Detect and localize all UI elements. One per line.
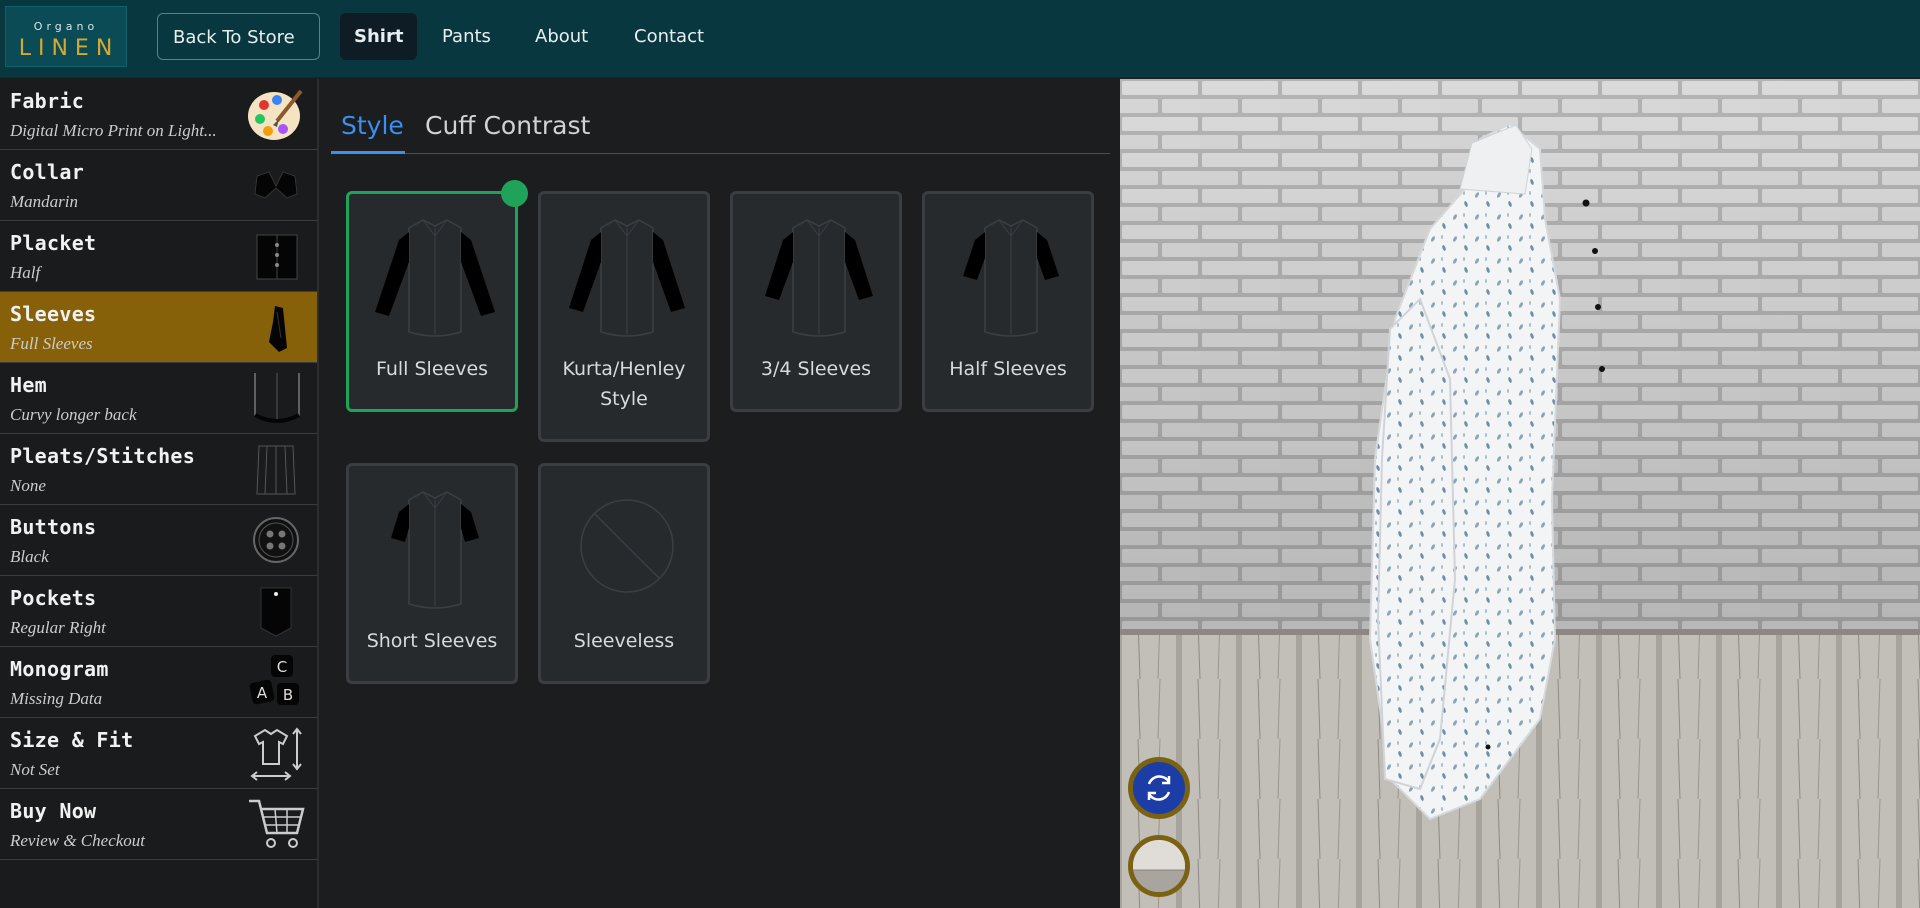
- nav-pants[interactable]: Pants: [428, 13, 505, 60]
- sidebar-item-value: Black: [10, 547, 49, 566]
- back-to-store-label: Back To Store: [173, 27, 295, 48]
- sidebar-item-title: Pleats/Stitches: [10, 444, 196, 468]
- sidebar-item-buy-now[interactable]: Buy Now Review & Checkout: [0, 789, 317, 860]
- collar-icon: [254, 171, 298, 199]
- organo-linen-logo[interactable]: Organo LINEN: [5, 6, 127, 67]
- nav-about[interactable]: About: [521, 13, 602, 60]
- option-sleeveless[interactable]: Sleeveless: [538, 463, 710, 684]
- sidebar-item-value: Review & Checkout: [10, 831, 146, 850]
- option-label: Sleeveless: [573, 630, 675, 652]
- full-sleeves-shirt-icon: [375, 219, 495, 337]
- nav-contact[interactable]: Contact: [620, 13, 718, 60]
- sidebar-item-sleeves[interactable]: Sleeves Full Sleeves: [0, 292, 317, 363]
- rotate-icon: [1147, 775, 1171, 801]
- sleeve-icon: [269, 306, 287, 352]
- sidebar-item-placket[interactable]: Placket Half: [0, 221, 317, 292]
- logo-line-1: Organo: [33, 20, 99, 33]
- sidebar-item-title: Buy Now: [10, 799, 97, 823]
- shirt-preview-scene: [1120, 79, 1920, 908]
- option-half-sleeves[interactable]: Half Sleeves: [922, 191, 1094, 412]
- sidebar-item-title: Hem: [10, 373, 48, 397]
- sidebar-item-value: Full Sleeves: [10, 334, 93, 353]
- active-tab-underline: [331, 151, 405, 154]
- option-kurta-henley[interactable]: Kurta/Henley Style: [538, 191, 710, 442]
- svg-text:B: B: [283, 686, 293, 704]
- pleats-icon: [256, 445, 296, 495]
- placket-icon: [256, 234, 298, 280]
- short-sleeves-shirt-icon: [391, 491, 479, 609]
- sidebar-item-value: Mandarin: [10, 192, 78, 211]
- button-icon: [253, 517, 299, 563]
- half-sleeves-shirt-icon: [963, 219, 1059, 337]
- none-circle-slash-icon: [580, 499, 674, 593]
- option-tabs: Style Cuff Contrast: [331, 79, 1110, 154]
- change-background-button[interactable]: [1128, 835, 1190, 897]
- sidebar-item-pleats[interactable]: Pleats/Stitches None: [0, 434, 317, 505]
- sidebar-item-size-fit[interactable]: Size & Fit Not Set: [0, 718, 317, 789]
- letter-blocks-icon: C A B: [249, 655, 299, 705]
- nav-shirt[interactable]: Shirt: [340, 13, 418, 60]
- sidebar-item-buttons[interactable]: Buttons Black: [0, 505, 317, 576]
- options-panel: Style Cuff Contrast Full Sleeves Kurta/H…: [321, 79, 1119, 908]
- sidebar-item-value: None: [10, 476, 46, 495]
- option-label: Short Sleeves: [366, 630, 498, 652]
- sidebar-item-value: Half: [10, 263, 41, 282]
- sidebar-item-fabric[interactable]: Fabric Digital Micro Print on Light...: [0, 79, 317, 150]
- sidebar-item-title: Monogram: [10, 657, 109, 681]
- sidebar-item-value: Not Set: [10, 760, 60, 779]
- sidebar-item-pockets[interactable]: Pockets Regular Right: [0, 576, 317, 647]
- selected-check-dot: [501, 180, 528, 207]
- option-three-quarter-sleeves[interactable]: 3/4 Sleeves: [730, 191, 902, 412]
- hem-icon: [254, 373, 300, 423]
- sidebar-item-title: Placket: [10, 231, 97, 255]
- back-to-store-button[interactable]: Back To Store ↗: [157, 13, 320, 94]
- sidebar-item-value: Curvy longer back: [10, 405, 137, 424]
- tab-style[interactable]: Style: [341, 111, 404, 140]
- shirt-3d-viewer[interactable]: [1120, 79, 1920, 908]
- sidebar-item-collar[interactable]: Collar Mandarin: [0, 150, 317, 221]
- sidebar-item-title: Pockets: [10, 586, 97, 610]
- palette-icon: [248, 89, 303, 140]
- sidebar-item-title: Fabric: [10, 89, 85, 113]
- option-label: Half Sleeves: [949, 358, 1067, 380]
- rotate-view-button[interactable]: [1128, 757, 1190, 819]
- svg-text:C: C: [277, 658, 287, 676]
- customization-sidebar: Fabric Digital Micro Print on Light... C…: [0, 79, 319, 908]
- sidebar-item-title: Collar: [10, 160, 85, 184]
- sidebar-item-title: Sleeves: [10, 302, 97, 326]
- sidebar-item-hem[interactable]: Hem Curvy longer back: [0, 363, 317, 434]
- cart-icon: [249, 799, 305, 848]
- option-label: 3/4 Sleeves: [760, 358, 872, 380]
- option-label: Full Sleeves: [375, 358, 489, 380]
- option-full-sleeves[interactable]: Full Sleeves: [346, 191, 518, 412]
- size-fit-icon: [250, 727, 302, 781]
- background-scene-icon: [1133, 840, 1185, 892]
- sidebar-item-title: Size & Fit: [10, 728, 134, 752]
- svg-text:A: A: [257, 684, 268, 702]
- option-short-sleeves[interactable]: Short Sleeves: [346, 463, 518, 684]
- sidebar-item-value: Missing Data: [10, 689, 103, 708]
- sidebar-item-value: Regular Right: [10, 618, 106, 637]
- kurta-henley-shirt-icon: [569, 219, 685, 337]
- sidebar-item-title: Buttons: [10, 515, 97, 539]
- three-quarter-sleeves-shirt-icon: [765, 219, 873, 337]
- top-navigation-bar: Organo LINEN Back To Store ↗ Shirt Pants…: [0, 0, 1920, 94]
- pocket-icon: [260, 587, 292, 637]
- logo-line-2: LINEN: [18, 36, 120, 61]
- sidebar-item-value: Digital Micro Print on Light...: [10, 121, 217, 140]
- option-label: Kurta/Henley Style: [562, 358, 686, 410]
- sidebar-item-monogram[interactable]: Monogram Missing Data C A B: [0, 647, 317, 718]
- tab-cuff-contrast[interactable]: Cuff Contrast: [425, 111, 590, 140]
